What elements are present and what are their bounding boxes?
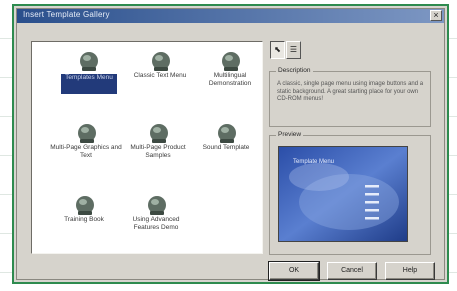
template-icon [152, 52, 170, 71]
template-item[interactable]: Sound Template [190, 118, 262, 172]
template-label: Multi-Page Graphics and Text [50, 144, 122, 159]
help-button[interactable]: Help [385, 262, 435, 280]
close-button[interactable]: × [430, 10, 442, 21]
template-item[interactable]: Classic Text Menu [124, 46, 196, 100]
template-icon [76, 196, 94, 215]
template-icon [218, 124, 236, 143]
screenshot-frame: Insert Template Gallery × Templates Menu [12, 4, 449, 284]
template-label: Training Book [64, 216, 104, 223]
preview-legend: Preview [276, 131, 304, 138]
description-text: A classic, single page menu using image … [277, 81, 424, 102]
template-item[interactable]: Using Advanced Features Demo [120, 190, 192, 244]
template-label: Templates Menu [61, 74, 117, 94]
preview-image: Template Menu [278, 146, 408, 242]
template-label: Sound Template [202, 144, 250, 151]
template-label: Classic Text Menu [133, 72, 187, 79]
template-label: Multi-Page Product Samples [130, 144, 186, 159]
cancel-button[interactable]: Cancel [327, 262, 377, 280]
large-icons-view-button[interactable]: ⬉ [270, 41, 285, 59]
description-legend: Description [276, 67, 313, 74]
preview-group: Preview Template Menu [269, 131, 431, 255]
template-item[interactable]: Training Book [48, 190, 120, 244]
template-icon [222, 52, 240, 71]
template-label: Using Advanced Features Demo [132, 216, 180, 231]
template-label: Multilingual Demonstration [208, 72, 252, 87]
view-toggle: ⬉ ☰ [270, 41, 304, 63]
template-item[interactable]: Multilingual Demonstration [194, 46, 266, 100]
description-group: Description A classic, single page menu … [269, 67, 431, 127]
template-icon [150, 124, 168, 143]
template-icon [78, 124, 96, 143]
template-item[interactable]: Multi-Page Graphics and Text [50, 118, 122, 172]
template-icon [80, 52, 98, 71]
title-bar[interactable]: Insert Template Gallery × [17, 9, 444, 23]
template-icon [148, 196, 166, 215]
ok-button[interactable]: OK [268, 261, 320, 281]
dialog-title: Insert Template Gallery [23, 10, 110, 19]
preview-screen-title: Template Menu [293, 159, 335, 165]
template-item[interactable]: Multi-Page Product Samples [122, 118, 194, 172]
template-item[interactable]: Templates Menu [52, 46, 124, 100]
list-view-button[interactable]: ☰ [286, 41, 301, 59]
template-list[interactable]: Templates Menu Classic Text Menu Multili… [31, 41, 263, 254]
template-gallery-dialog: Insert Template Gallery × Templates Menu [16, 8, 445, 281]
